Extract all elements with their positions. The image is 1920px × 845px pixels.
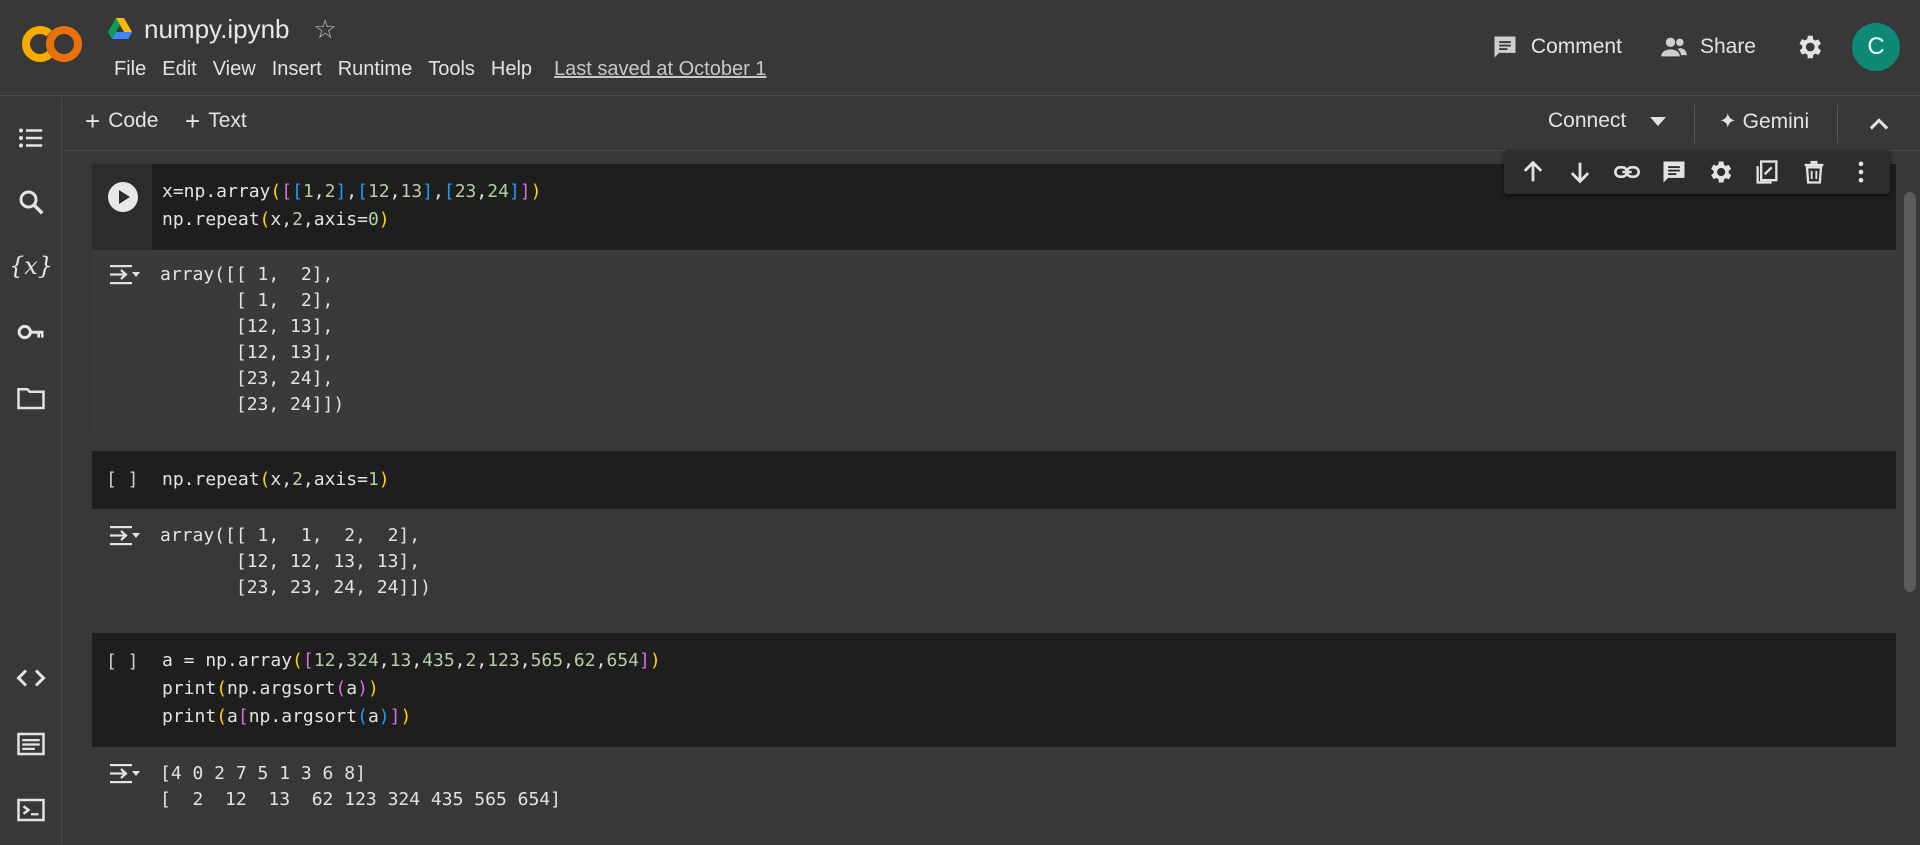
- connect-button[interactable]: Connect: [1548, 109, 1667, 133]
- cell-toolbar: [1504, 150, 1890, 194]
- execution-count[interactable]: [ ]: [106, 469, 139, 490]
- move-down-icon[interactable]: [1566, 158, 1594, 186]
- people-icon: [1661, 37, 1687, 57]
- code-snippets-icon[interactable]: [14, 661, 48, 695]
- notebook-toolbar: + Code + Text Connect ✦ Gemini: [63, 97, 1920, 151]
- search-icon[interactable]: [14, 185, 48, 219]
- add-code-label: Code: [108, 109, 159, 132]
- cell-output: array([[ 1, 2], [ 1, 2], [12, 13], [12, …: [92, 250, 1896, 432]
- comment-label: Comment: [1530, 35, 1622, 58]
- gemini-button[interactable]: ✦ Gemini: [1719, 109, 1809, 134]
- menu-help[interactable]: Help: [483, 58, 540, 81]
- secrets-key-icon[interactable]: [14, 315, 48, 349]
- chevron-down-icon[interactable]: [1650, 116, 1667, 126]
- google-drive-icon[interactable]: [108, 18, 132, 40]
- left-rail: {x}: [0, 97, 62, 845]
- comment-icon[interactable]: [1660, 158, 1688, 186]
- output-text: [4 0 2 7 5 1 3 6 8][ 2 12 13 62 123 324 …: [160, 763, 561, 810]
- sparkle-icon: ✦: [1719, 110, 1737, 133]
- last-saved-link[interactable]: Last saved at October 1: [546, 58, 774, 81]
- add-text-label: Text: [208, 109, 247, 132]
- code-editor[interactable]: np.repeat(x,2,axis=1): [162, 466, 390, 494]
- files-folder-icon[interactable]: [14, 381, 48, 415]
- menu-runtime[interactable]: Runtime: [330, 58, 420, 81]
- toolbar-divider: [1837, 105, 1838, 143]
- user-avatar[interactable]: C: [1852, 23, 1900, 71]
- delete-icon[interactable]: [1800, 158, 1828, 186]
- code-cell[interactable]: [ ] np.repeat(x,2,axis=1): [92, 451, 1896, 509]
- settings-gear-icon[interactable]: [1794, 32, 1824, 62]
- gemini-label: Gemini: [1742, 109, 1810, 133]
- comment-button[interactable]: Comment: [1491, 33, 1622, 61]
- app-header: numpy.ipynb ☆ File Edit View Insert Runt…: [0, 0, 1920, 96]
- output-text: array([[ 1, 2], [ 1, 2], [12, 13], [12, …: [160, 264, 345, 415]
- play-icon[interactable]: [108, 182, 138, 212]
- menu-bar: File Edit View Insert Runtime Tools Help…: [106, 58, 774, 81]
- colab-logo[interactable]: [20, 24, 84, 64]
- more-vert-icon[interactable]: [1847, 158, 1875, 186]
- share-label: Share: [1699, 35, 1756, 58]
- add-code-button[interactable]: + Code: [85, 106, 159, 136]
- cell-output: [4 0 2 7 5 1 3 6 8][ 2 12 13 62 123 324 …: [92, 747, 1896, 845]
- add-text-button[interactable]: + Text: [185, 106, 247, 136]
- star-icon[interactable]: ☆: [314, 14, 337, 45]
- menu-view[interactable]: View: [205, 58, 264, 81]
- command-palette-icon[interactable]: [14, 727, 48, 761]
- connect-label: Connect: [1548, 109, 1627, 132]
- plus-icon: +: [85, 106, 101, 136]
- move-up-icon[interactable]: [1519, 158, 1547, 186]
- toolbar-divider: [1694, 105, 1695, 143]
- chevron-up-icon[interactable]: [1865, 111, 1893, 139]
- code-editor[interactable]: x=np.array([[1,2],[12,13],[23,24]]) np.r…: [162, 178, 541, 234]
- menu-file[interactable]: File: [106, 58, 154, 81]
- comment-icon: [1494, 36, 1516, 58]
- output-toggle-icon[interactable]: [108, 262, 140, 288]
- link-icon[interactable]: [1613, 158, 1641, 186]
- plus-icon: +: [185, 106, 201, 136]
- menu-edit[interactable]: Edit: [154, 58, 204, 81]
- code-editor[interactable]: a = np.array([12,324,13,435,2,123,565,62…: [162, 647, 661, 731]
- menu-tools[interactable]: Tools: [420, 58, 483, 81]
- terminal-icon[interactable]: [14, 793, 48, 827]
- notebook-title[interactable]: numpy.ipynb: [144, 14, 290, 45]
- output-toggle-icon[interactable]: [108, 523, 140, 549]
- output-text: array([[ 1, 1, 2, 2], [12, 12, 13, 13], …: [160, 525, 431, 598]
- settings-icon[interactable]: [1706, 158, 1734, 186]
- notebook-scrollbar[interactable]: [1900, 152, 1920, 845]
- scroll-thumb[interactable]: [1904, 192, 1916, 592]
- variables-icon[interactable]: {x}: [9, 249, 53, 283]
- run-gutter: [92, 164, 152, 250]
- cell-output: array([[ 1, 1, 2, 2], [12, 12, 13, 13], …: [92, 509, 1896, 611]
- output-toggle-icon[interactable]: [108, 761, 140, 787]
- menu-insert[interactable]: Insert: [264, 58, 330, 81]
- mirror-cell-icon[interactable]: [1753, 158, 1781, 186]
- table-of-contents-icon[interactable]: [14, 121, 48, 155]
- code-cell[interactable]: [ ] a = np.array([12,324,13,435,2,123,56…: [92, 633, 1896, 747]
- share-button[interactable]: Share: [1660, 33, 1756, 61]
- execution-count[interactable]: [ ]: [106, 651, 139, 672]
